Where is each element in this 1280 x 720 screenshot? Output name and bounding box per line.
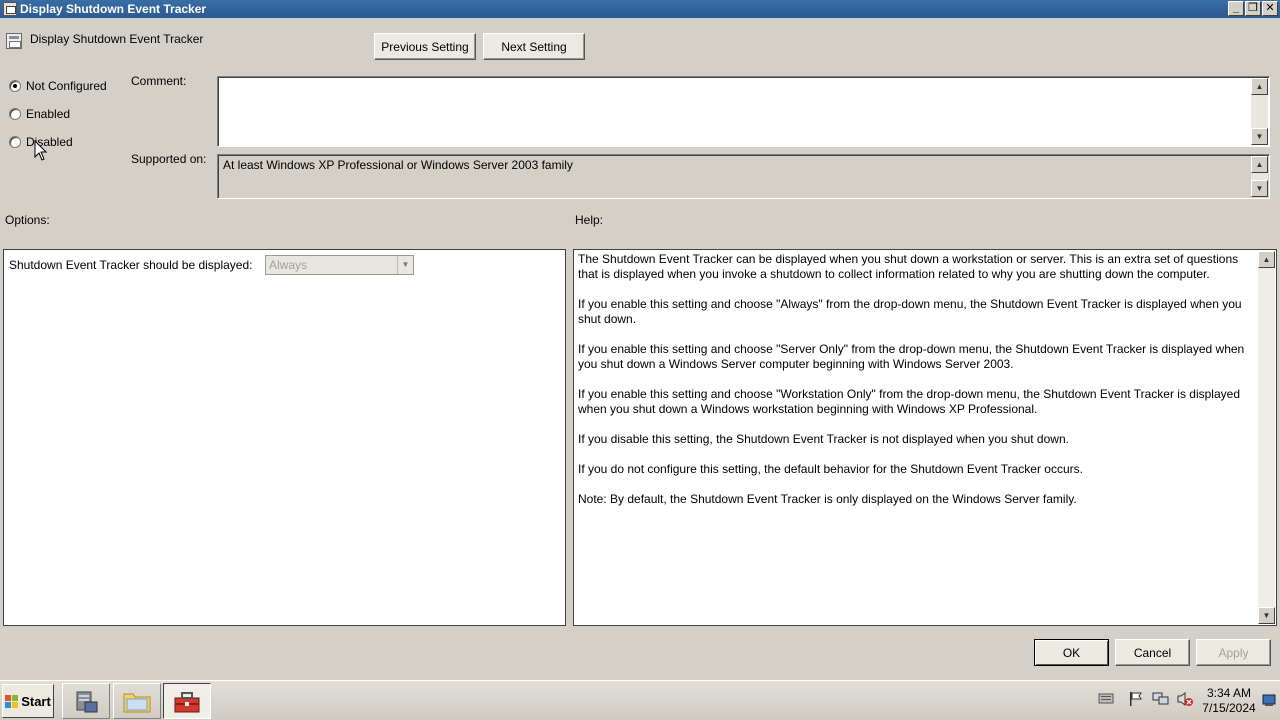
previous-setting-button[interactable]: Previous Setting: [374, 33, 476, 60]
not-configured-radio[interactable]: [9, 80, 21, 92]
help-text: The Shutdown Event Tracker can be displa…: [578, 252, 1254, 522]
supported-scrollbar[interactable]: ▲ ▼: [1251, 156, 1268, 197]
taskbar: Start 3:34 AM 7/15/2024: [0, 680, 1280, 720]
windows-logo-icon: [5, 694, 19, 708]
tracker-display-label: Shutdown Event Tracker should be display…: [9, 258, 253, 272]
help-paragraph: The Shutdown Event Tracker can be displa…: [578, 252, 1239, 281]
help-label: Help:: [575, 213, 604, 227]
server-manager-icon: [76, 691, 98, 713]
minimize-button[interactable]: _: [1228, 1, 1244, 16]
start-label: Start: [21, 693, 51, 709]
window-title: Display Shutdown Event Tracker: [20, 2, 207, 16]
scroll-up-icon[interactable]: ▲: [1251, 78, 1268, 95]
scroll-up-icon[interactable]: ▲: [1258, 251, 1275, 268]
supported-on-field[interactable]: At least Windows XP Professional or Wind…: [217, 154, 1270, 199]
help-panel[interactable]: The Shutdown Event Tracker can be displa…: [573, 249, 1277, 626]
help-paragraph: If you enable this setting and choose "W…: [578, 387, 1240, 416]
help-paragraph: If you disable this setting, the Shutdow…: [578, 432, 1069, 446]
chevron-down-icon[interactable]: ▼: [397, 256, 413, 274]
action-center-flag-icon[interactable]: [1128, 691, 1144, 710]
tracker-display-dropdown[interactable]: Always ▼: [265, 255, 414, 275]
help-paragraph: If you enable this setting and choose "S…: [578, 342, 1245, 371]
close-button[interactable]: ✕: [1262, 1, 1278, 16]
disabled-label[interactable]: Disabled: [26, 135, 73, 149]
options-label: Options:: [5, 213, 50, 227]
show-desktop-icon[interactable]: [1262, 693, 1276, 710]
policy-app-icon: [3, 2, 17, 16]
comment-scrollbar[interactable]: ▲ ▼: [1251, 78, 1268, 145]
supported-on-label: Supported on:: [131, 152, 207, 166]
server-manager-taskbar-button[interactable]: [62, 683, 110, 719]
help-paragraph: If you enable this setting and choose "A…: [578, 297, 1242, 326]
scroll-down-icon[interactable]: ▼: [1251, 180, 1268, 197]
network-icon[interactable]: [1152, 691, 1170, 710]
title-bar[interactable]: Display Shutdown Event Tracker _ ❐ ✕: [0, 0, 1280, 18]
disabled-radio[interactable]: [9, 136, 21, 148]
scroll-up-icon[interactable]: ▲: [1251, 156, 1268, 173]
scroll-down-icon[interactable]: ▼: [1258, 607, 1275, 624]
group-policy-taskbar-button[interactable]: [163, 683, 211, 719]
help-paragraph: If you do not configure this setting, th…: [578, 462, 1083, 476]
folder-icon: [123, 693, 151, 713]
enabled-radio[interactable]: [9, 108, 21, 120]
next-setting-button[interactable]: Next Setting: [483, 33, 585, 60]
help-scrollbar[interactable]: ▲ ▼: [1258, 251, 1275, 624]
cancel-button[interactable]: Cancel: [1115, 639, 1190, 666]
comment-label: Comment:: [131, 74, 187, 88]
keyboard-icon[interactable]: [1098, 691, 1114, 708]
clock-date: 7/15/2024: [1202, 701, 1256, 715]
system-clock[interactable]: 3:34 AM 7/15/2024: [1198, 686, 1260, 716]
scroll-down-icon[interactable]: ▼: [1251, 128, 1268, 145]
supported-on-text: At least Windows XP Professional or Wind…: [223, 158, 573, 172]
dropdown-value: Always: [269, 258, 308, 272]
options-panel: Shutdown Event Tracker should be display…: [3, 249, 566, 626]
toolbox-icon: [174, 692, 200, 713]
setting-title: Display Shutdown Event Tracker: [30, 32, 204, 46]
volume-muted-icon[interactable]: [1176, 691, 1194, 710]
policy-setting-icon: [6, 33, 22, 49]
mouse-cursor-icon: [34, 140, 48, 161]
enabled-label[interactable]: Enabled: [26, 107, 70, 121]
explorer-taskbar-button[interactable]: [113, 683, 161, 719]
not-configured-label[interactable]: Not Configured: [26, 79, 107, 93]
clock-time: 3:34 AM: [1206, 686, 1252, 700]
restore-button[interactable]: ❐: [1245, 1, 1261, 16]
ok-button[interactable]: OK: [1034, 639, 1109, 666]
help-paragraph: Note: By default, the Shutdown Event Tra…: [578, 492, 1077, 506]
start-button[interactable]: Start: [2, 684, 54, 718]
apply-button[interactable]: Apply: [1196, 639, 1271, 666]
comment-textarea[interactable]: ▲ ▼: [217, 76, 1270, 147]
